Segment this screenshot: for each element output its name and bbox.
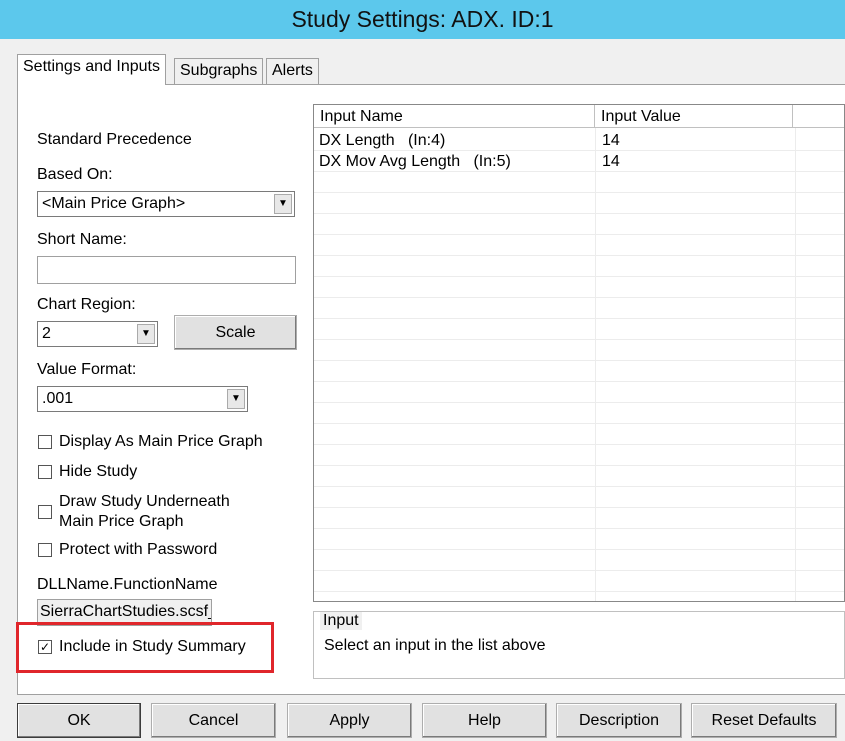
based-on-dropdown[interactable]: <Main Price Graph> ▼ (37, 191, 295, 217)
value-format-dropdown[interactable]: .001 ▼ (37, 386, 248, 412)
ok-button[interactable]: OK (17, 703, 141, 738)
help-button[interactable]: Help (422, 703, 547, 738)
table-row[interactable]: DX Mov Avg Length (In:5) 14 (314, 151, 844, 172)
highlight-box (16, 622, 274, 673)
based-on-value: <Main Price Graph> (42, 195, 186, 212)
empty-row (314, 550, 844, 571)
empty-row (314, 235, 844, 256)
empty-row (314, 298, 844, 319)
draw-underneath-label: Draw Study Underneath (59, 493, 230, 510)
protect-password-label: Protect with Password (59, 541, 218, 558)
empty-row (314, 277, 844, 298)
tab-settings-and-inputs[interactable]: Settings and Inputs (17, 54, 166, 85)
description-button[interactable]: Description (556, 703, 682, 738)
empty-row (314, 487, 844, 508)
short-name-input[interactable] (37, 256, 296, 284)
display-as-main-label: Display As Main Price Graph (59, 433, 263, 450)
input-help-text: Select an input in the list above (324, 637, 546, 654)
chevron-down-icon[interactable]: ▼ (227, 389, 245, 409)
chevron-down-icon[interactable]: ▼ (274, 194, 292, 214)
apply-button[interactable]: Apply (287, 703, 412, 738)
column-header-input-value[interactable]: Input Value (595, 105, 793, 128)
input-value-cell: 14 (602, 153, 620, 170)
input-groupbox-title: Input (320, 612, 362, 630)
chevron-down-icon[interactable]: ▼ (137, 324, 155, 344)
empty-row (314, 466, 844, 487)
input-name-cell: DX Length (In:4) (319, 132, 446, 149)
hide-study-label: Hide Study (59, 463, 138, 480)
empty-row (314, 403, 844, 424)
empty-row (314, 172, 844, 193)
table-header: Input Name Input Value (314, 105, 844, 128)
empty-row (314, 424, 844, 445)
column-header-input-name[interactable]: Input Name (314, 105, 595, 128)
chart-region-label: Chart Region: (37, 296, 136, 313)
empty-row (314, 340, 844, 361)
empty-row (314, 445, 844, 466)
cancel-button[interactable]: Cancel (151, 703, 276, 738)
input-name-cell: DX Mov Avg Length (In:5) (319, 153, 511, 170)
tab-alerts[interactable]: Alerts (266, 58, 319, 84)
draw-underneath-label-line2: Main Price Graph (59, 513, 184, 530)
reset-defaults-button[interactable]: Reset Defaults (691, 703, 837, 738)
empty-row (314, 571, 844, 592)
empty-row (314, 508, 844, 529)
empty-row (314, 319, 844, 340)
hide-study-checkbox[interactable] (38, 465, 52, 479)
empty-row (314, 529, 844, 550)
based-on-label: Based On: (37, 166, 113, 183)
inputs-table[interactable]: Input Name Input Value DX Length (In:4) … (313, 104, 845, 602)
window-title: Study Settings: ADX. ID:1 (0, 0, 845, 39)
draw-underneath-checkbox[interactable] (38, 505, 52, 519)
empty-row (314, 361, 844, 382)
scale-button[interactable]: Scale (174, 315, 297, 350)
display-as-main-checkbox[interactable] (38, 435, 52, 449)
input-value-cell: 14 (602, 132, 620, 149)
empty-row (314, 214, 844, 235)
empty-row (314, 193, 844, 214)
chart-region-value: 2 (42, 325, 51, 342)
value-format-value: .001 (42, 390, 74, 407)
short-name-label: Short Name: (37, 231, 127, 248)
tab-subgraphs[interactable]: Subgraphs (174, 58, 264, 84)
value-format-label: Value Format: (37, 361, 137, 378)
chart-region-dropdown[interactable]: 2 ▼ (37, 321, 158, 347)
empty-row (314, 256, 844, 277)
empty-row (314, 382, 844, 403)
table-row[interactable]: DX Length (In:4) 14 (314, 130, 844, 151)
precedence-label: Standard Precedence (37, 131, 192, 148)
dll-label: DLLName.FunctionName (37, 576, 218, 593)
protect-password-checkbox[interactable] (38, 543, 52, 557)
